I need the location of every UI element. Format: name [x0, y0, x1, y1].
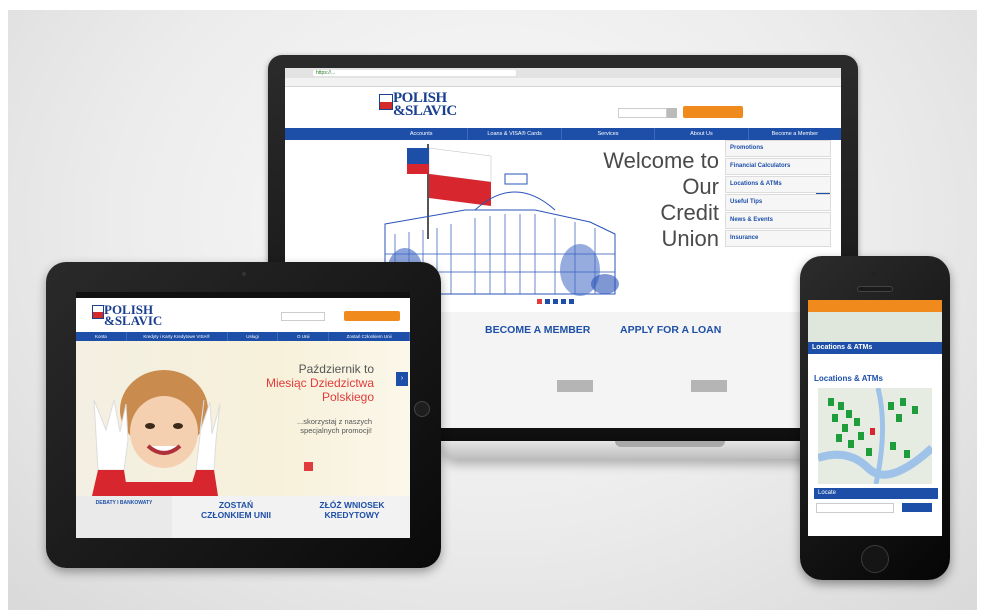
headline-line1: Październik to [298, 362, 374, 376]
hero-line1: Welcome to [603, 148, 719, 173]
promo-member-line2: CZŁONKIEM UNII [201, 510, 271, 520]
location-input[interactable] [816, 503, 894, 513]
hero-line3: Credit [660, 200, 719, 225]
header-map-image [808, 312, 942, 342]
promo-loan-title[interactable]: ZŁÓŻ WNIOSEK KREDYTOWY [298, 500, 406, 520]
online-banking-button[interactable] [344, 311, 400, 321]
tablet-screen: POLISH &SLAVIC Konta Kredyty i Karty Kre… [76, 292, 410, 538]
phone-camera [872, 272, 877, 277]
hero-headline: Welcome to Our Credit Union [603, 148, 719, 252]
nav-o-unii[interactable]: O Unii [278, 332, 330, 341]
promo-member-title[interactable]: BECOME A MEMBER [485, 324, 590, 336]
slider-dots[interactable] [537, 299, 574, 304]
promo-loan-button[interactable] [691, 380, 727, 392]
nav-accounts[interactable]: Accounts [375, 128, 469, 140]
hero-headline: Październik to Miesiąc Dziedzictwa Polsk… [266, 362, 374, 404]
phone-home-button[interactable] [861, 545, 889, 573]
link-tips[interactable]: Useful Tips [725, 194, 831, 211]
hero-subtext: ...skorzystaj z naszych specjalnych prom… [297, 417, 372, 435]
link-locations[interactable]: Locations & ATMs [725, 176, 831, 193]
nav-loans[interactable]: Loans & VISA® Cards [468, 128, 562, 140]
logo-line2: &SLAVIC [104, 313, 163, 328]
locate-header: Locate [814, 488, 938, 499]
atm-map[interactable] [818, 388, 932, 484]
promo-member-title[interactable]: ZOSTAŃ CZŁONKIEM UNII [186, 500, 286, 520]
main-nav: Accounts Loans & VISA® Cards Services Ab… [285, 128, 841, 140]
promo-loan-title[interactable]: APPLY FOR A LOAN [620, 324, 721, 336]
nav-konta[interactable]: Konta [76, 332, 127, 341]
subtext-line2: specjalnych promocji! [300, 426, 372, 435]
link-calculators[interactable]: Financial Calculators [725, 158, 831, 175]
headline-line2: Miesiąc Dziedzictwa [265, 376, 374, 390]
address-bar[interactable]: https://... [313, 70, 516, 76]
main-nav: Konta Kredyty i Karty Kredytowe VISA® Us… [76, 332, 410, 341]
link-news[interactable]: News & Events [725, 212, 831, 229]
subtext-line1: ...skorzystaj z naszych [296, 417, 372, 426]
promo-member-button[interactable] [557, 380, 593, 392]
nav-spacer [285, 128, 375, 140]
tablet-camera [242, 272, 246, 276]
nav-services[interactable]: Services [562, 128, 656, 140]
laptop-notch [615, 441, 725, 447]
promo-loan-line1: ZŁÓŻ WNIOSEK [319, 500, 385, 510]
nav-zostan[interactable]: Zostań Członkiem Unii [329, 332, 410, 341]
map-graphic [818, 388, 932, 484]
phone-speaker [857, 286, 893, 292]
promo-left-title[interactable]: DEBATY I BANKOWATY [84, 500, 164, 506]
promo-loan-line2: KREDYTOWY [324, 510, 380, 520]
page-band: Locations & ATMs [808, 342, 942, 354]
tablet-home-button[interactable] [414, 401, 430, 417]
flag-icon [92, 305, 104, 319]
search-input[interactable] [618, 108, 667, 118]
nav-member[interactable]: Become a Member [749, 128, 841, 140]
nav-about[interactable]: About Us [655, 128, 749, 140]
bookmarks-bar [285, 78, 841, 87]
nav-uslugi[interactable]: Usługi [228, 332, 279, 341]
phone-screen: Locations & ATMs Locations & ATMs Locate [808, 300, 942, 536]
hero-line4: Union [661, 226, 719, 251]
promo-member-line1: ZOSTAŃ [218, 500, 254, 510]
link-promotions[interactable]: Promotions [725, 140, 831, 157]
online-banking-button[interactable] [683, 106, 743, 118]
page-title: Locations & ATMs [814, 374, 883, 383]
link-insurance[interactable]: Insurance [725, 230, 831, 247]
search-button[interactable] [667, 108, 677, 118]
nav-kredyty[interactable]: Kredyty i Karty Kredytowe VISA® [127, 332, 228, 341]
slider-next-arrow[interactable]: › [396, 372, 408, 386]
status-bar [76, 292, 410, 298]
hero-line2: Our [682, 174, 719, 199]
quick-links: Promotions Financial Calculators Locatio… [725, 140, 831, 248]
flag-icon [379, 94, 393, 110]
online-banking-button[interactable] [808, 300, 942, 312]
girl-photo [92, 370, 221, 496]
site-logo[interactable]: POLISH &SLAVIC [379, 90, 457, 124]
go-button[interactable] [902, 503, 932, 512]
headline-line3: Polskiego [321, 390, 374, 404]
logo-line2: &SLAVIC [393, 103, 457, 119]
more-info-icon[interactable] [304, 462, 313, 471]
search-input[interactable] [281, 312, 325, 321]
